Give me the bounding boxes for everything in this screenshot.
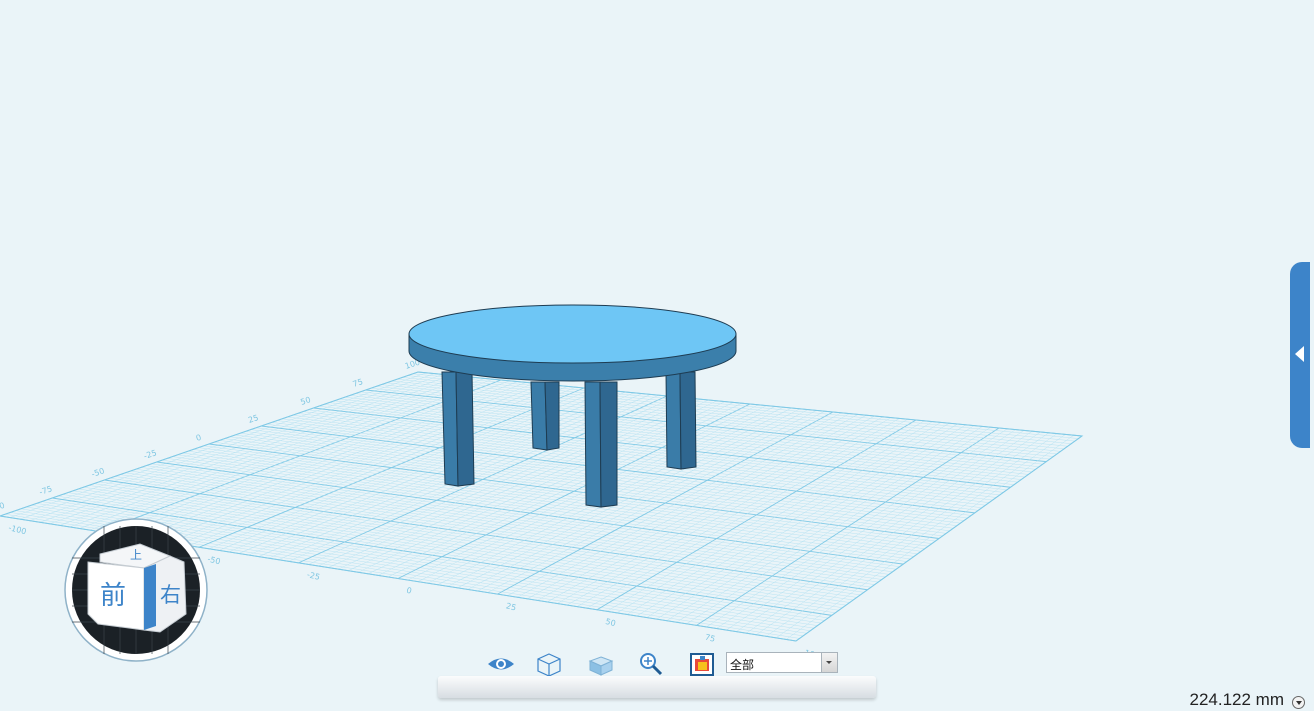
solid-cube-icon: [588, 656, 614, 676]
solid-view-button[interactable]: [586, 650, 616, 678]
viewcube-front-label[interactable]: 前: [100, 581, 126, 611]
measurement-readout: 224.122 mm: [1189, 690, 1285, 709]
table-leg-front-right: [584, 381, 618, 508]
viewcube-right-label[interactable]: 右: [160, 583, 181, 607]
table-leg-back-left: [530, 381, 560, 451]
wireframe-cube-icon: [537, 653, 561, 676]
eye-icon: [488, 658, 514, 670]
tabletop: [408, 304, 737, 382]
side-panel-toggle[interactable]: [1290, 262, 1310, 448]
zoom-icon: [640, 653, 663, 676]
wireframe-view-button[interactable]: [534, 650, 564, 678]
zoom-button[interactable]: [636, 650, 666, 678]
viewcube-top-label[interactable]: 上: [130, 548, 142, 562]
chevron-down-icon[interactable]: [821, 653, 837, 672]
screenshot-icon: [690, 653, 714, 676]
view-cube[interactable]: 上 前 右: [64, 518, 209, 663]
model-filter-select[interactable]: 全部: [726, 652, 838, 673]
measurement-dropdown-icon[interactable]: [1292, 696, 1305, 709]
3d-viewport[interactable]: 1007550250-25-50-75-100-100-75-50-250255…: [0, 0, 1314, 711]
table-leg-front-left: [441, 371, 475, 487]
toolbar-shelf: [438, 676, 876, 698]
view-toggle-button[interactable]: [484, 650, 514, 678]
table-leg-back-right: [665, 371, 697, 470]
screenshot-button[interactable]: [687, 650, 717, 678]
model-filter-value: 全部: [730, 658, 755, 672]
collapse-arrow-icon: [1295, 346, 1304, 362]
